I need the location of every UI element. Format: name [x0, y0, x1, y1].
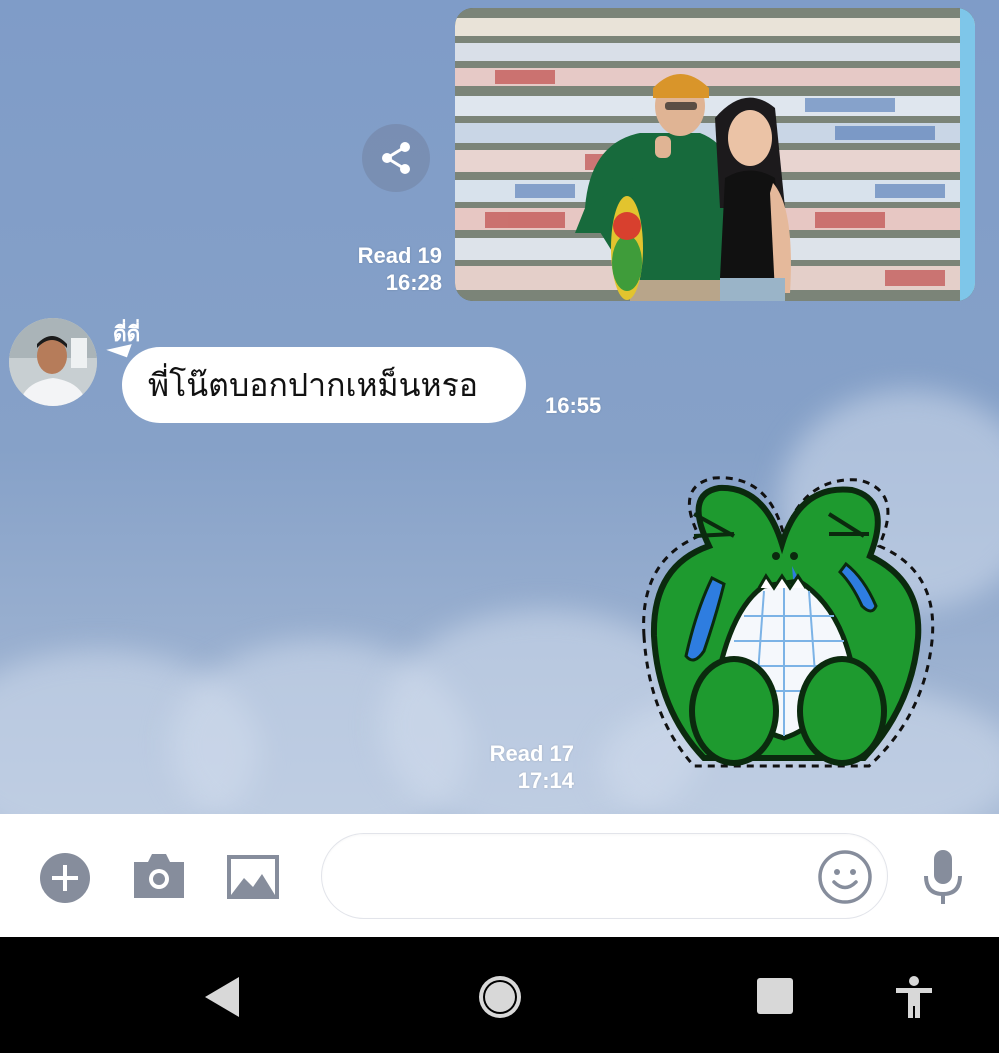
incoming-message-bubble[interactable]: พี่โน๊ตบอกปากเหม็นหรอ [122, 347, 526, 423]
back-icon [205, 977, 239, 1017]
recents-icon [757, 978, 793, 1014]
home-button[interactable] [474, 971, 526, 1023]
avatar-image [9, 318, 97, 406]
camera-icon [134, 854, 184, 898]
plus-icon [40, 853, 90, 903]
share-icon [382, 142, 410, 174]
message-text: พี่โน๊ตบอกปากเหม็นหรอ [148, 366, 478, 403]
home-icon [479, 976, 521, 1018]
image-button[interactable] [226, 854, 280, 900]
share-button[interactable] [362, 124, 430, 192]
message-text-field[interactable] [352, 859, 816, 893]
microphone-button[interactable] [920, 848, 966, 908]
emoji-button[interactable] [817, 849, 873, 905]
sticker-crying-frog[interactable] [624, 466, 944, 786]
message-input-bar [0, 814, 999, 937]
chat-area[interactable]: Read 19 16:28 ดี่ดี่ พี่โน๊ตบอกปากเหม็นห… [0, 0, 999, 814]
read-receipt: Read 19 [357, 243, 442, 268]
sticker-meta: Read 17 17:14 [470, 740, 574, 794]
accessibility-button[interactable] [893, 975, 935, 1021]
message-time: 16:28 [385, 270, 442, 295]
image-icon [227, 855, 279, 899]
read-receipt: Read 17 [489, 741, 574, 766]
system-nav-bar [0, 937, 999, 1053]
message-input[interactable] [321, 833, 888, 919]
photo-meta: Read 19 16:28 [330, 242, 442, 296]
camera-button[interactable] [132, 852, 186, 902]
recents-button[interactable] [754, 975, 796, 1017]
plus-button[interactable] [39, 852, 91, 904]
microphone-icon [924, 850, 962, 904]
avatar[interactable] [9, 318, 97, 406]
crying-frog-sticker-icon [642, 476, 935, 768]
message-time: 17:14 [517, 768, 574, 793]
sent-photo[interactable] [455, 8, 975, 301]
emoji-icon [818, 850, 872, 904]
message-time: 16:55 [545, 393, 602, 418]
back-button[interactable] [196, 972, 246, 1022]
accessibility-icon [896, 976, 932, 1018]
photo-image [455, 8, 975, 301]
